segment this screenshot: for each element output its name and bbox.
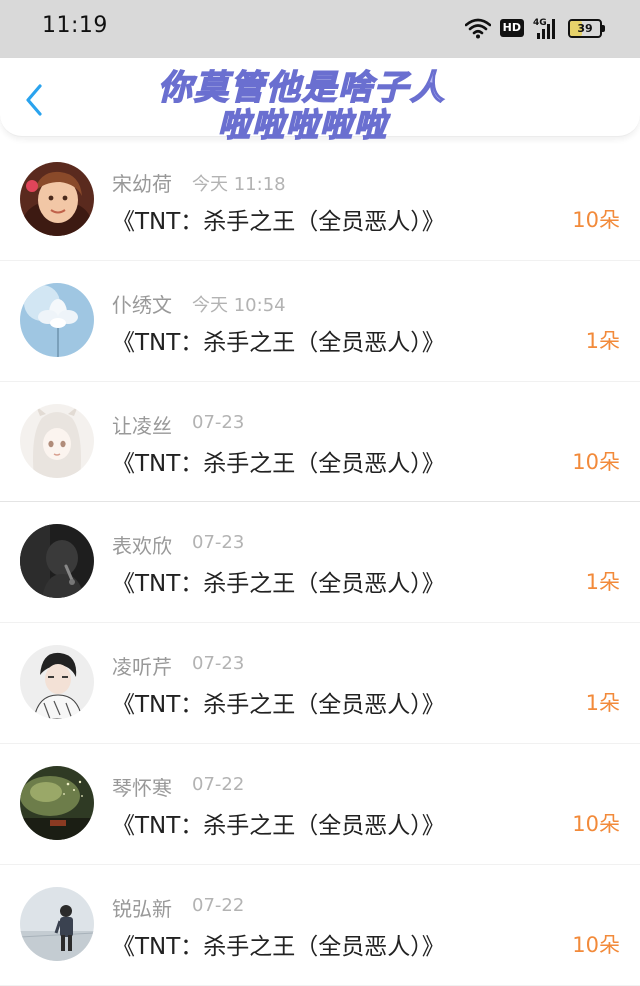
flower-count: 1朵 [585,570,620,595]
battery-tip [602,24,605,32]
flower-count: 1朵 [585,328,620,353]
sender-name: 表欢欣 [112,534,172,559]
avatar[interactable] [20,524,94,599]
status-time: 11:19 [42,13,108,38]
flower-count: 10朵 [572,449,620,474]
avatar[interactable] [20,886,94,961]
gift-title: 《TNT：杀手之王（全员恶人）》 [112,933,445,960]
send-time: 07-23 [192,411,245,433]
flower-count: 10朵 [572,932,620,957]
gift-list-item[interactable]: 锐弘新 07-22 《TNT：杀手之王（全员恶人）》 10朵 [0,865,640,986]
sender-name: 仆绣文 [112,292,172,317]
sender-name: 琴怀寒 [112,775,172,800]
send-time: 07-23 [192,653,245,675]
gift-list-item[interactable]: 表欢欣 07-23 《TNT：杀手之王（全员恶人）》 1朵 [0,502,640,624]
send-time: 07-22 [192,894,245,916]
avatar[interactable] [20,403,94,478]
gift-title: 《TNT：杀手之王（全员恶人）》 [112,209,445,235]
gift-list-item[interactable]: 让凌丝 07-23 《TNT：杀手之王（全员恶人）》 10朵 [0,382,640,503]
status-bar: 11:19 HD 4G 39 [0,0,640,58]
hd-badge: HD [499,19,524,37]
flower-count: 1朵 [585,691,620,716]
signal-4g-icon: 4G [533,16,559,40]
flower-count: 10朵 [572,208,620,232]
gift-list-item[interactable]: 凌听芹 07-23 《TNT：杀手之王（全员恶人）》 1朵 [0,623,640,744]
network-label: 4G [533,18,547,28]
sender-name: 凌听芹 [112,655,172,680]
avatar[interactable] [20,162,94,236]
status-icons: HD 4G 39 [464,14,605,42]
gift-list-item[interactable]: 仆绣文 今天 10:54 《TNT：杀手之王（全员恶人）》 1朵 [0,261,640,382]
sender-name: 锐弘新 [112,896,172,921]
app-header: 你莫管他是啥子人 啦啦啦啦啦 [0,58,640,145]
battery-level: 39 [577,21,593,35]
avatar[interactable] [20,645,94,720]
gift-title: 《TNT：杀手之王（全员恶人）》 [112,692,445,719]
gift-title: 《TNT：杀手之王（全员恶人）》 [112,329,445,356]
avatar[interactable] [20,282,94,357]
back-button[interactable] [14,82,54,122]
gift-list: 宋幼荷 今天 11:18 《TNT：杀手之王（全员恶人）》 10朵 仆绣文 今天… [0,140,640,986]
send-time: 07-23 [192,532,245,554]
gift-list-item[interactable]: 宋幼荷 今天 11:18 《TNT：杀手之王（全员恶人）》 10朵 [0,140,640,261]
gift-title: 《TNT：杀手之王（全员恶人）》 [112,571,445,598]
gift-list-item[interactable]: 琴怀寒 07-22 《TNT：杀手之王（全员恶人）》 10朵 [0,744,640,865]
send-time: 07-22 [192,773,245,795]
send-time: 今天 11:18 [192,174,286,195]
chevron-left-icon [24,84,44,120]
sender-name: 宋幼荷 [112,172,172,196]
battery-icon: 39 [568,18,605,38]
send-time: 今天 10:54 [192,294,286,316]
wifi-icon [464,17,491,39]
gift-title: 《TNT：杀手之王（全员恶人）》 [112,812,445,839]
sender-name: 让凌丝 [112,413,172,438]
flower-count: 10朵 [572,811,620,836]
avatar[interactable] [20,765,94,840]
gift-title: 《TNT：杀手之王（全员恶人）》 [112,450,445,477]
